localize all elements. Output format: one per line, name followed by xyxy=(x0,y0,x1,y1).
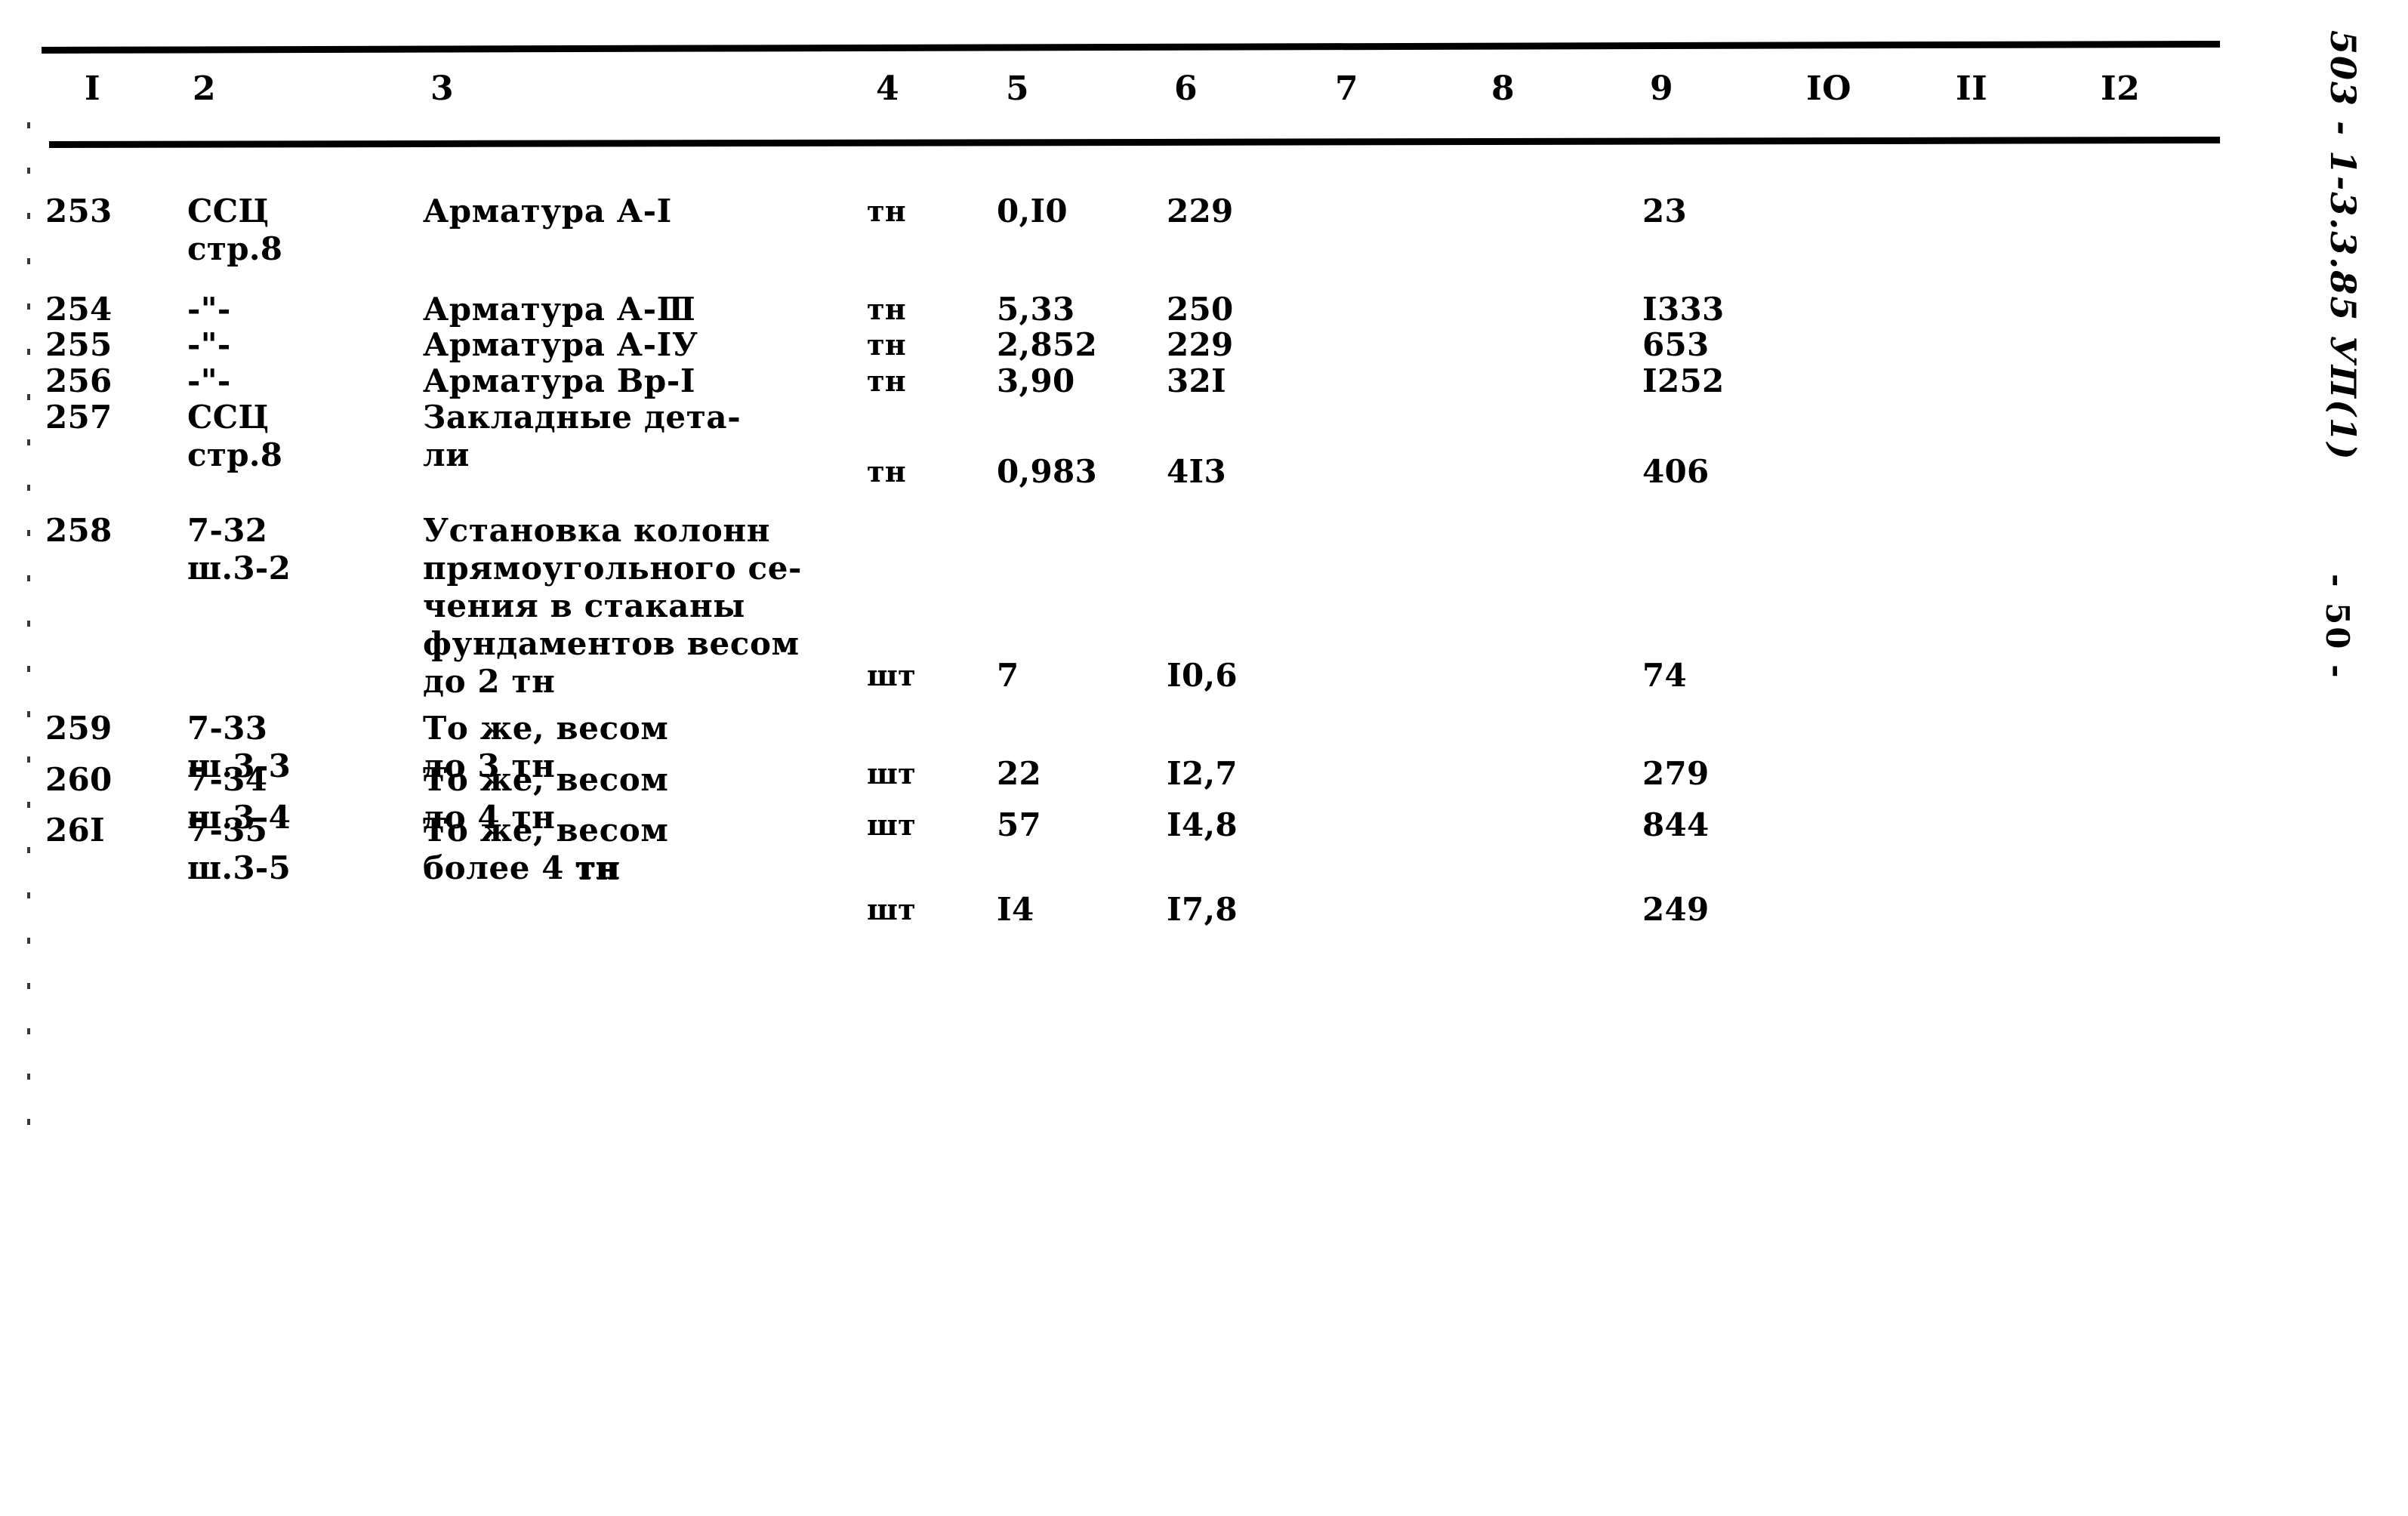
work-description: То же, весом более 4 тн xyxy=(423,812,669,886)
total-cost: 74 xyxy=(1642,657,1688,694)
row-number: 26I xyxy=(45,812,105,849)
total-cost: 406 xyxy=(1642,453,1710,490)
row-number: 254 xyxy=(45,291,113,328)
page-edge-artifact xyxy=(27,83,30,1155)
row-number: 259 xyxy=(45,710,113,747)
unit-price: 4I3 xyxy=(1167,453,1226,490)
table-top-rule xyxy=(41,40,2221,54)
unit-of-measure: шт xyxy=(867,892,916,926)
quantity: 57 xyxy=(997,806,1042,843)
total-cost: 279 xyxy=(1642,755,1710,792)
price-code: ССЦ стр.8 xyxy=(187,193,283,267)
column-header-8: 8 xyxy=(1491,69,1515,108)
unit-price: I4,8 xyxy=(1167,806,1238,843)
price-code: -"- xyxy=(187,291,231,328)
price-code: 7-32 ш.3-2 xyxy=(187,512,291,587)
column-header-2: 2 xyxy=(193,69,217,108)
quantity: 22 xyxy=(997,755,1042,792)
column-header-11: II xyxy=(1956,69,1988,108)
work-description: Закладные дета- ли xyxy=(423,399,742,473)
column-header-3: 3 xyxy=(430,69,455,108)
quantity: 0,983 xyxy=(997,453,1098,490)
unit-price: 229 xyxy=(1167,193,1234,230)
work-description: Арматура А-IУ xyxy=(423,326,698,363)
unit-of-measure: тн xyxy=(867,328,906,362)
unit-price: I0,6 xyxy=(1167,657,1238,694)
row-number: 258 xyxy=(45,512,113,549)
total-cost: 844 xyxy=(1642,806,1710,843)
unit-of-measure: тн xyxy=(867,454,906,488)
column-header-12: I2 xyxy=(2101,69,2141,108)
quantity: 2,852 xyxy=(997,326,1098,363)
column-header-7: 7 xyxy=(1335,69,1359,108)
price-code: ССЦ стр.8 xyxy=(187,399,283,473)
unit-of-measure: тн xyxy=(867,292,906,326)
total-cost: 249 xyxy=(1642,891,1710,928)
column-header-10: IO xyxy=(1806,69,1851,108)
unit-price: 229 xyxy=(1167,326,1234,363)
quantity: 3,90 xyxy=(997,362,1075,399)
column-header-9: 9 xyxy=(1650,69,1674,108)
page-number-vertical: - 50 - xyxy=(2319,574,2356,680)
row-number: 253 xyxy=(45,193,113,230)
row-number: 256 xyxy=(45,362,113,399)
row-number: 257 xyxy=(45,399,113,436)
work-description: Арматура Вр-I xyxy=(423,362,696,399)
row-number: 260 xyxy=(45,761,113,798)
row-number: 255 xyxy=(45,326,113,363)
scanned-page: I 2 3 4 5 6 7 8 9 IO II I2 253 ССЦ стр.8 Арматура А-I… xyxy=(0,0,2408,1516)
unit-of-measure: шт xyxy=(867,658,916,692)
price-code: 7-35 ш.3-5 xyxy=(187,812,291,886)
column-header-4: 4 xyxy=(876,69,900,108)
unit-of-measure: тн xyxy=(867,364,906,398)
price-code: -"- xyxy=(187,326,231,363)
unit-of-measure: шт xyxy=(867,808,916,842)
table-header-rule xyxy=(48,136,2221,148)
total-cost: I333 xyxy=(1642,291,1725,328)
column-header-5: 5 xyxy=(1006,69,1030,108)
total-cost: 23 xyxy=(1642,193,1688,230)
quantity: I4 xyxy=(997,891,1034,928)
quantity: 7 xyxy=(997,657,1019,694)
work-description: Арматура А-Ⅲ xyxy=(423,291,696,328)
unit-price: I2,7 xyxy=(1167,755,1238,792)
price-code: -"- xyxy=(187,362,231,399)
document-code-vertical: 503 - 1-3.3.85 УП(1) xyxy=(2323,30,2363,461)
work-description: Арматура А-I xyxy=(423,193,672,230)
work-description: Установка колонн прямоугольного се- чени… xyxy=(423,512,803,700)
unit-of-measure: тн xyxy=(867,194,906,228)
unit-price: I7,8 xyxy=(1167,891,1238,928)
total-cost: I252 xyxy=(1642,362,1725,399)
quantity: 5,33 xyxy=(997,291,1075,328)
quantity: 0,I0 xyxy=(997,193,1068,230)
column-header-1: I xyxy=(85,69,101,108)
unit-price: 32I xyxy=(1167,362,1226,399)
column-header-6: 6 xyxy=(1174,69,1198,108)
total-cost: 653 xyxy=(1642,326,1710,363)
unit-of-measure: шт xyxy=(867,756,916,790)
unit-price: 250 xyxy=(1167,291,1234,328)
overstruck-unit-text: тн xyxy=(575,849,621,886)
